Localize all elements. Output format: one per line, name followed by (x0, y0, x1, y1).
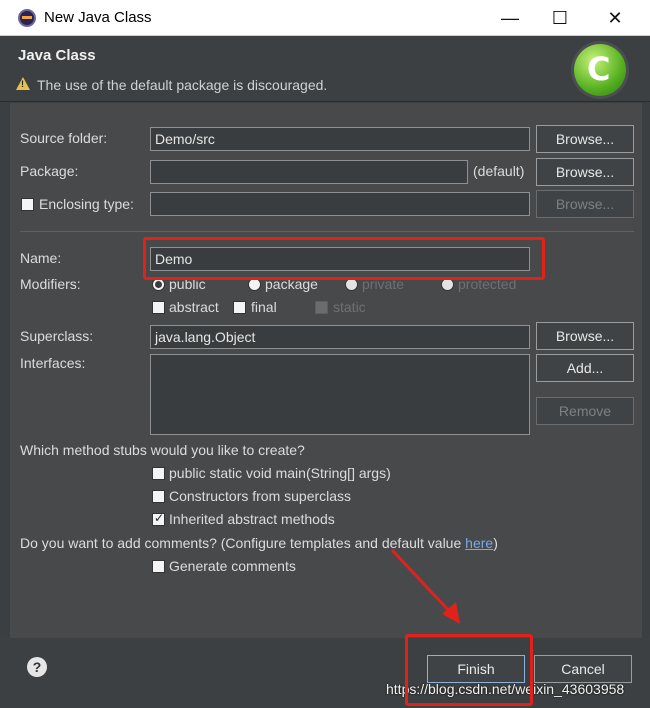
new-class-icon (574, 44, 626, 96)
package-browse-button[interactable]: Browse... (536, 158, 634, 186)
enclosing-type-input[interactable] (150, 192, 530, 216)
stub-inherited-checkbox[interactable] (152, 511, 165, 526)
source-folder-input[interactable]: Demo/src (150, 127, 530, 151)
modifiers-label: Modifiers: (20, 276, 81, 292)
interfaces-add-button[interactable]: Add... (536, 354, 634, 382)
close-button[interactable]: ✕ (600, 5, 630, 31)
stub-main-label: public static void main(String[] args) (169, 465, 391, 481)
stubs-question: Which method stubs would you like to cre… (20, 442, 305, 458)
name-highlight-box (143, 237, 545, 280)
source-folder-browse-button[interactable]: Browse... (536, 125, 634, 153)
stub-constructors-checkbox[interactable] (152, 490, 165, 503)
source-folder-label: Source folder: (20, 130, 108, 146)
window-title: New Java Class (44, 9, 152, 26)
enclosing-type-label: Enclosing type: (39, 196, 134, 212)
page-title: Java Class (18, 47, 96, 64)
wizard-header: Java Class The use of the default packag… (0, 36, 650, 102)
modifier-static-label: static (333, 299, 366, 315)
annotation-arrow-icon (390, 548, 460, 624)
modifier-static-checkbox[interactable] (315, 301, 328, 314)
help-icon[interactable]: ? (27, 657, 47, 677)
generate-comments-checkbox[interactable] (152, 560, 165, 573)
modifier-abstract-label: abstract (169, 299, 219, 315)
stub-inherited-label: Inherited abstract methods (169, 511, 335, 527)
superclass-input[interactable]: java.lang.Object (150, 325, 530, 349)
warning-icon (16, 77, 30, 90)
minimize-button[interactable]: — (495, 5, 525, 31)
modifier-final-label: final (251, 299, 277, 315)
stub-constructors-label: Constructors from superclass (169, 488, 352, 504)
package-label: Package: (20, 163, 79, 179)
comments-question-end: ) (493, 535, 498, 551)
interfaces-list[interactable] (150, 354, 530, 435)
superclass-label: Superclass: (20, 328, 94, 344)
maximize-button[interactable]: ☐ (545, 5, 575, 31)
enclosing-type-checkbox[interactable] (21, 198, 34, 211)
interfaces-remove-button[interactable]: Remove (536, 397, 634, 425)
package-input[interactable] (150, 160, 468, 184)
warning-message: The use of the default package is discou… (37, 77, 328, 93)
modifier-final-checkbox[interactable] (233, 301, 246, 314)
finish-highlight-box (405, 634, 533, 706)
enclosing-type-browse-button[interactable]: Browse... (536, 190, 634, 218)
package-default-note: (default) (473, 163, 525, 179)
superclass-browse-button[interactable]: Browse... (536, 322, 634, 350)
cancel-button[interactable]: Cancel (534, 655, 632, 683)
title-bar: New Java Class — ☐ ✕ (0, 0, 650, 36)
stub-main-checkbox[interactable] (152, 467, 165, 480)
name-label: Name: (20, 250, 62, 266)
modifier-abstract-checkbox[interactable] (152, 301, 165, 314)
eclipse-icon (18, 9, 36, 27)
interfaces-label: Interfaces: (20, 355, 86, 371)
separator (20, 231, 634, 232)
generate-comments-label: Generate comments (169, 558, 296, 574)
